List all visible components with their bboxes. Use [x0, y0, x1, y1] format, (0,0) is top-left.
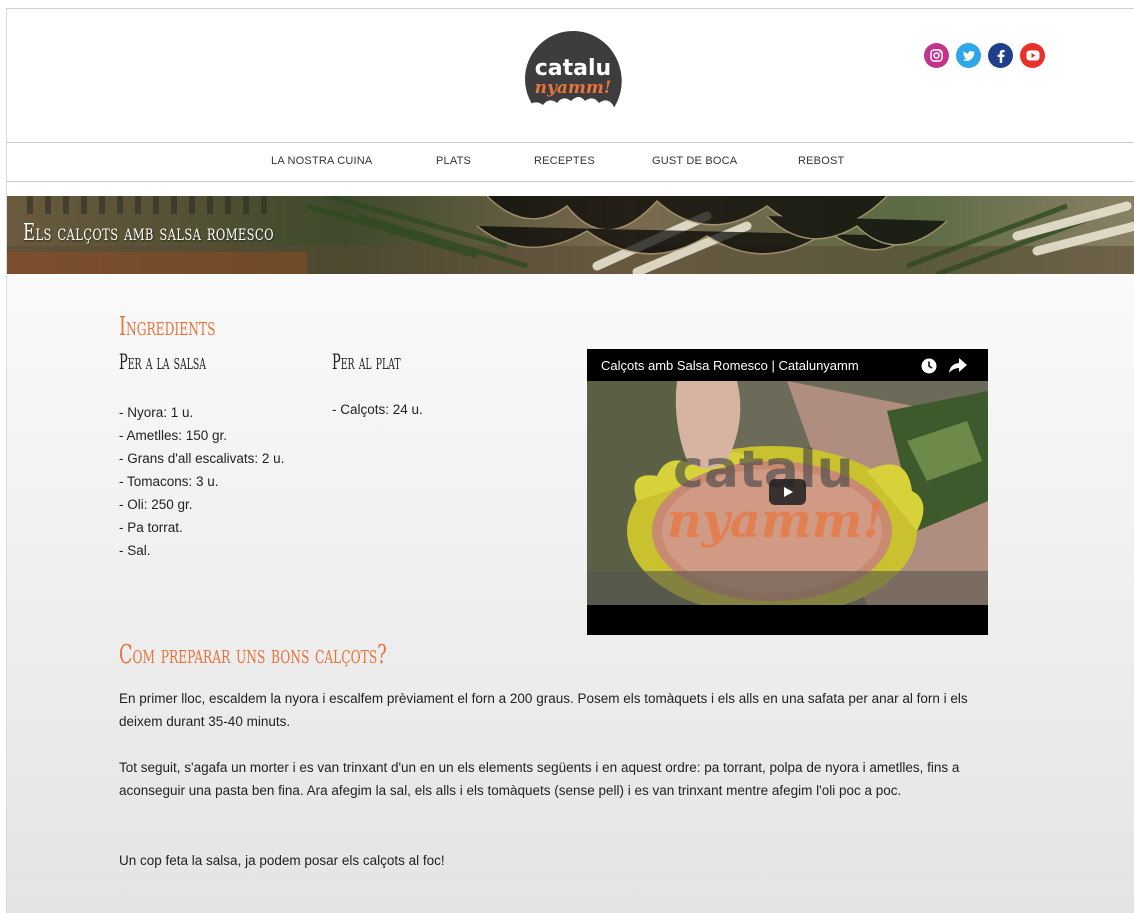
nav-item-la-nostra-cuina[interactable]: LA NOSTRA CUINA	[271, 155, 372, 167]
twitter-icon[interactable]	[956, 43, 981, 68]
video-title-bar: Calçots amb Salsa Romesco | Catalunyamm	[587, 349, 988, 381]
nav-item-receptes[interactable]: RECEPTES	[534, 155, 595, 167]
banner-title: Els calçots amb salsa romesco	[23, 220, 274, 246]
preparation-paragraph-2: Tot seguit, s'agafa un morter i es van t…	[119, 760, 960, 798]
dish-ingredients-list: - Calçots: 24 u.	[332, 398, 423, 421]
list-item: - Sal.	[119, 543, 151, 558]
logo-badge-icon: catalu nyamm!	[521, 31, 625, 133]
list-item: - Pa torrat.	[119, 520, 183, 535]
dish-subheading: Per al plat	[332, 350, 401, 374]
play-icon	[783, 487, 793, 497]
list-item: - Nyora: 1 u.	[119, 405, 194, 420]
watch-later-icon[interactable]	[921, 358, 937, 379]
recipe-video[interactable]: Calçots amb Salsa Romesco | Catalunyamm	[587, 349, 988, 635]
sauce-subheading: Per a la salsa	[119, 350, 206, 374]
play-button[interactable]	[769, 479, 806, 505]
list-item: - Tomacons: 3 u.	[119, 474, 219, 489]
main-nav: LA NOSTRA CUINA PLATS RECEPTES GUST DE B…	[7, 142, 1134, 182]
social-links	[924, 43, 1045, 68]
nav-item-plats[interactable]: PLATS	[436, 155, 471, 167]
preparation-paragraph-3: Un cop feta la salsa, ja podem posar els…	[119, 853, 445, 868]
share-icon[interactable]	[949, 358, 967, 378]
preparation-paragraph-1: En primer lloc, escaldem la nyora i esca…	[119, 691, 968, 729]
list-item: - Ametlles: 150 gr.	[119, 428, 228, 443]
nav-item-rebost[interactable]: REBOST	[798, 155, 844, 167]
logo-text-bottom: nyamm!	[535, 78, 612, 98]
list-item: - Grans d'all escalivats: 2 u.	[119, 451, 285, 466]
site-logo[interactable]: catalu nyamm!	[521, 29, 625, 133]
video-title[interactable]: Calçots amb Salsa Romesco | Catalunyamm	[601, 358, 859, 373]
ingredients-heading: Ingredients	[119, 312, 216, 342]
youtube-icon[interactable]	[1020, 43, 1045, 68]
preparation-heading: Com preparar uns bons calçots?	[119, 640, 387, 670]
hero-banner: Els calçots amb salsa romesco	[7, 196, 1134, 274]
list-item: - Oli: 250 gr.	[119, 497, 193, 512]
list-item: - Calçots: 24 u.	[332, 402, 423, 417]
facebook-icon[interactable]	[988, 43, 1013, 68]
site-header: catalu nyamm!	[7, 9, 1134, 142]
sauce-ingredients-list: - Nyora: 1 u. - Ametlles: 150 gr. - Gran…	[119, 401, 284, 562]
recipe-content: Ingredients Per a la salsa - Nyora: 1 u.…	[7, 274, 1134, 913]
page-frame: catalu nyamm! LA NOSTRA CUINA PLATS RECE…	[6, 8, 1134, 913]
instagram-icon[interactable]	[924, 43, 949, 68]
video-watermark-top: catalu	[673, 440, 854, 500]
nav-item-gust-de-boca[interactable]: GUST DE BOCA	[652, 155, 737, 167]
